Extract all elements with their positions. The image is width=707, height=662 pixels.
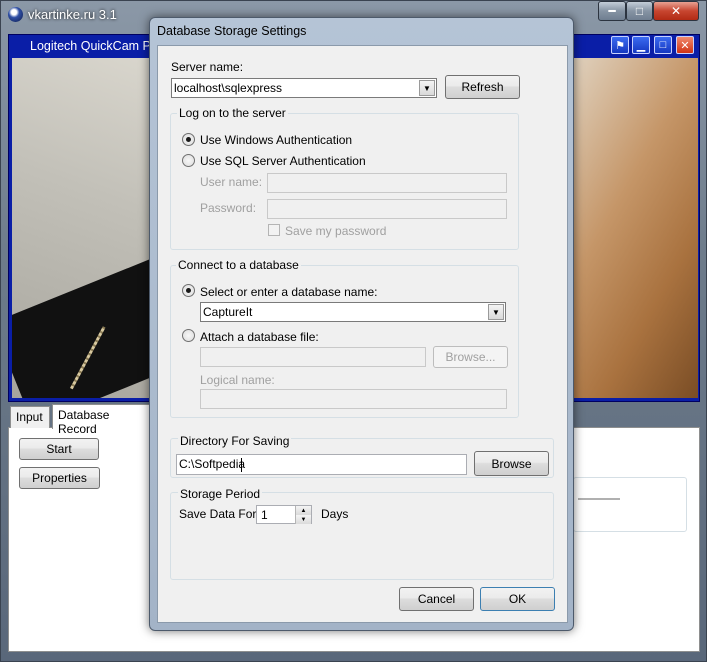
dialog-title: Database Storage Settings xyxy=(157,24,307,38)
attach-db-input[interactable] xyxy=(200,347,426,367)
video-window-title: Logitech QuickCam Pro xyxy=(30,39,163,53)
days-value: 1 xyxy=(261,508,268,522)
server-name-label: Server name: xyxy=(171,60,244,74)
directory-value: C:\Softpedia xyxy=(179,457,246,471)
storage-period-groupbox xyxy=(170,492,554,580)
slider-track[interactable] xyxy=(578,498,620,500)
sql-auth-radio[interactable] xyxy=(182,154,195,167)
properties-button[interactable]: Properties xyxy=(19,467,100,489)
close-icon: ✕ xyxy=(680,39,690,52)
days-label: Days xyxy=(321,507,349,521)
connect-group-label: Connect to a database xyxy=(176,258,301,272)
minimize-button[interactable]: ━ xyxy=(598,1,626,21)
chevron-down-icon[interactable]: ▼ xyxy=(488,304,504,320)
server-name-value: localhost\sqlexpress xyxy=(174,81,283,95)
database-value: CaptureIt xyxy=(203,305,253,319)
tab-database-record[interactable]: Database Record xyxy=(52,404,152,436)
tab-label: Input xyxy=(16,410,43,424)
video-feed-right xyxy=(572,58,698,398)
cancel-button[interactable]: Cancel xyxy=(399,587,474,611)
maximize-icon: □ xyxy=(659,39,667,51)
directory-group-label: Directory For Saving xyxy=(178,434,292,448)
password-input[interactable] xyxy=(267,199,507,219)
user-name-label: User name: xyxy=(200,175,263,189)
select-db-label: Select or enter a database name: xyxy=(200,285,378,299)
close-button[interactable]: ✕ xyxy=(653,1,699,21)
server-name-combo[interactable]: localhost\sqlexpress ▼ xyxy=(171,78,437,98)
select-db-radio[interactable] xyxy=(182,284,195,297)
attach-db-label: Attach a database file: xyxy=(200,330,319,344)
video-close-button[interactable]: ✕ xyxy=(676,36,694,54)
video-maximize-button[interactable]: □ xyxy=(654,36,672,54)
logon-group-label: Log on to the server xyxy=(177,106,288,120)
save-data-for-label: Save Data For xyxy=(179,507,257,521)
right-groupbox xyxy=(573,477,687,532)
logical-name-label: Logical name: xyxy=(200,373,275,387)
video-minimize-button[interactable]: ▁ xyxy=(632,36,650,54)
windows-auth-radio[interactable] xyxy=(182,133,195,146)
attach-browse-button[interactable]: Browse... xyxy=(433,346,508,368)
ok-button[interactable]: OK xyxy=(480,587,555,611)
user-name-input[interactable] xyxy=(267,173,507,193)
directory-input[interactable]: C:\Softpedia xyxy=(176,454,467,475)
sql-auth-label: Use SQL Server Authentication xyxy=(200,154,366,168)
minimize-icon: ▁ xyxy=(636,39,646,52)
browse-button[interactable]: Browse xyxy=(474,451,549,476)
video-feed-left xyxy=(12,58,154,398)
storage-period-group-label: Storage Period xyxy=(178,487,263,501)
pin-icon: ⚑ xyxy=(615,39,625,52)
start-button[interactable]: Start xyxy=(19,438,99,460)
save-password-checkbox[interactable] xyxy=(268,224,280,236)
app-icon xyxy=(8,7,23,22)
close-icon: ✕ xyxy=(670,4,682,18)
maximize-button[interactable]: □ xyxy=(626,1,653,21)
refresh-button[interactable]: Refresh xyxy=(445,75,520,99)
minimize-icon: ━ xyxy=(608,4,616,18)
chevron-down-icon[interactable]: ▼ xyxy=(419,80,435,96)
tab-input[interactable]: Input xyxy=(10,406,50,428)
database-combo[interactable]: CaptureIt ▼ xyxy=(200,302,506,322)
main-window-title: vkartinke.ru 3.1 xyxy=(28,7,117,22)
spin-up-icon[interactable]: ▲ xyxy=(295,506,311,515)
spin-down-icon[interactable]: ▼ xyxy=(295,515,311,524)
save-password-label: Save my password xyxy=(285,224,387,238)
days-spinner[interactable]: 1 ▲ ▼ xyxy=(256,505,312,524)
maximize-icon: □ xyxy=(635,4,644,18)
password-label: Password: xyxy=(200,201,257,215)
logical-name-input[interactable] xyxy=(200,389,507,409)
windows-auth-label: Use Windows Authentication xyxy=(200,133,353,147)
attach-db-radio[interactable] xyxy=(182,329,195,342)
video-pin-button[interactable]: ⚑ xyxy=(611,36,629,54)
